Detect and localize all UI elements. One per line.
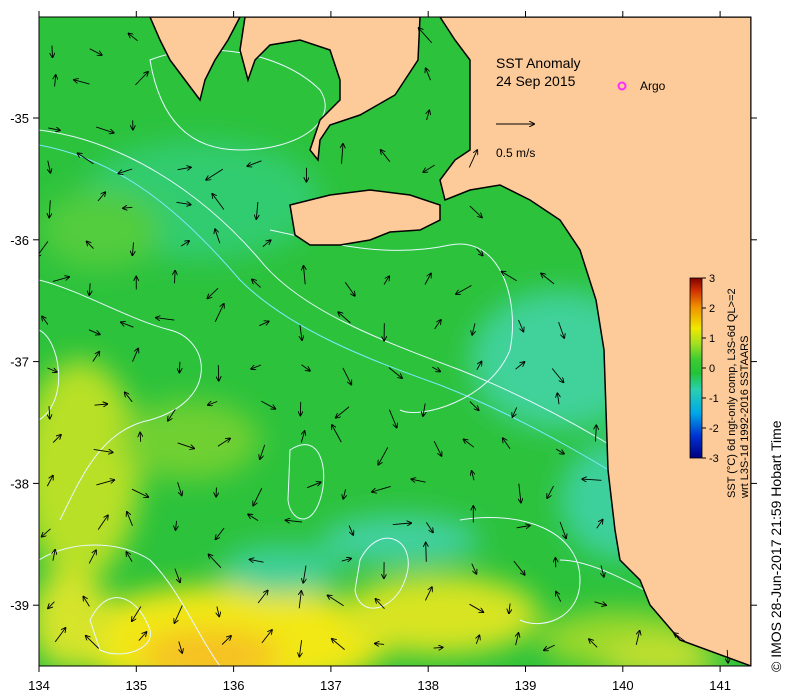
current-vector-arrow xyxy=(426,543,427,562)
sst-anomaly-map: 134 135 136 137 138 139 140 141 -35 -36 -37 -38 -39… xyxy=(10,11,784,693)
y-tick-label: -36 xyxy=(10,233,29,248)
current-vector-arrow xyxy=(179,361,180,373)
colorbar-gradient xyxy=(689,277,703,459)
colorbar-tick-label: -1 xyxy=(709,393,719,405)
title-line-2: 24 Sep 2015 xyxy=(496,73,576,89)
colorbar-tick-label: 3 xyxy=(709,273,715,285)
x-tick-label: 140 xyxy=(612,678,634,693)
vector-scale-label: 0.5 m/s xyxy=(496,146,535,160)
x-tick-label: 137 xyxy=(320,678,342,693)
x-tick-label: 141 xyxy=(709,678,731,693)
x-tick-label: 138 xyxy=(417,678,439,693)
title-line-1: SST Anomaly xyxy=(496,55,581,71)
current-vector-arrow xyxy=(140,433,141,442)
map-plot-area xyxy=(39,17,751,666)
colorbar-tick-label: -2 xyxy=(709,423,719,435)
colorbar-label-line-2: wrt L3S-1d 1992-2016 SSTAARS xyxy=(739,336,751,499)
y-tick-label: -39 xyxy=(10,598,29,613)
y-tick-label: -35 xyxy=(10,111,29,126)
current-vector-arrow xyxy=(175,271,176,284)
colorbar-tick-label: 1 xyxy=(709,333,715,345)
colorbar-tick-label: 2 xyxy=(709,303,715,315)
colorbar-tick-label: 0 xyxy=(709,363,715,375)
credit-text: © IMOS 28-Jun-2017 21:59 Hobart Time xyxy=(768,420,784,672)
x-tick-label: 134 xyxy=(28,678,50,693)
x-tick-label: 136 xyxy=(223,678,245,693)
y-tick-label: -38 xyxy=(10,476,29,491)
x-tick-label: 139 xyxy=(515,678,537,693)
current-vector-arrow xyxy=(52,45,53,58)
colorbar-label-line-1: SST (°C) 6d ngt-only comp, L3S-6d QL>=2 xyxy=(726,288,738,498)
x-tick-label: 135 xyxy=(125,678,147,693)
argo-label: Argo xyxy=(640,79,666,93)
colorbar-tick-label: -3 xyxy=(709,453,719,465)
y-tick-label: -37 xyxy=(10,355,29,370)
